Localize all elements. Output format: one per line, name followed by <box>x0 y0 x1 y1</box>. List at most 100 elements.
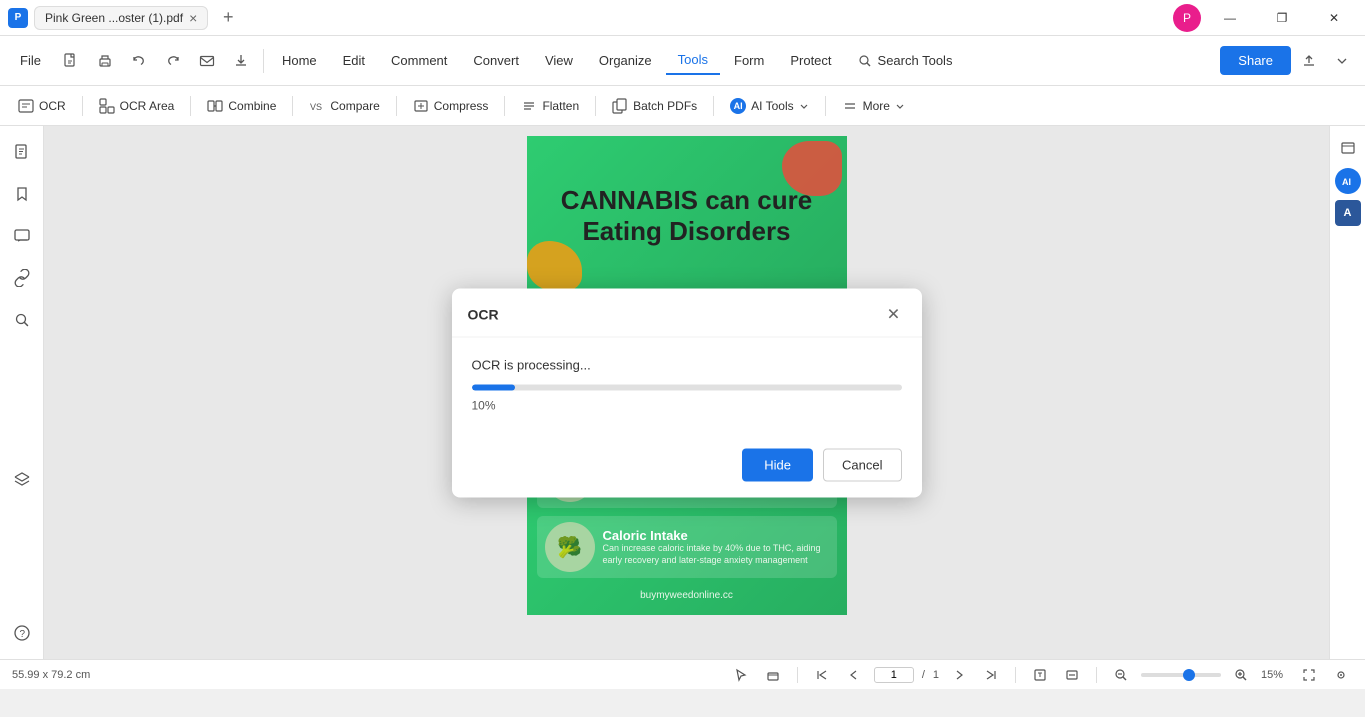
zoom-level: 15% <box>1261 669 1289 681</box>
ocr-dialog-body: OCR is processing... 10% <box>452 337 922 438</box>
undo-btn[interactable] <box>123 47 155 75</box>
nav-comment[interactable]: Comment <box>379 47 459 74</box>
file-menu[interactable]: File <box>8 47 53 74</box>
collapse-btn[interactable] <box>1327 48 1357 74</box>
main-layout: ? CANNABIS can cure Eating Disorders 🥗 <box>0 126 1365 659</box>
next-page-btn[interactable] <box>947 663 971 687</box>
profile-icon[interactable]: P <box>1173 4 1201 32</box>
subtool-sep2 <box>190 96 191 116</box>
sidebar-help-icon[interactable]: ? <box>4 615 40 651</box>
nav-tools[interactable]: Tools <box>666 46 720 75</box>
ocr-dialog: OCR ✕ OCR is processing... 10% Hide Canc… <box>452 288 922 497</box>
last-page-btn[interactable] <box>979 663 1003 687</box>
window-minimize-btn[interactable]: — <box>1207 0 1253 36</box>
nav-protect[interactable]: Protect <box>778 47 843 74</box>
fit-width-btn[interactable] <box>1060 663 1084 687</box>
ocr-status-text: OCR is processing... <box>472 357 902 372</box>
ocr-progress-percent: 10% <box>472 398 902 412</box>
pdf-row2-desc: Can increase caloric intake by 40% due t… <box>603 543 829 566</box>
right-panel-settings-icon[interactable] <box>1334 134 1362 162</box>
subtool-sep1 <box>82 96 83 116</box>
batch-pdfs-btn[interactable]: Batch PDFs <box>602 93 707 119</box>
app-icon: P <box>8 8 28 28</box>
main-toolbar: File Home Edit Comment Convert View Orga… <box>0 36 1365 86</box>
nav-convert[interactable]: Convert <box>461 47 531 74</box>
svg-text:AI: AI <box>1342 177 1351 187</box>
sidebar-search-icon[interactable] <box>4 302 40 338</box>
fullscreen-btn[interactable] <box>1297 663 1321 687</box>
fit-page-btn[interactable] <box>1028 663 1052 687</box>
zoom-slider[interactable] <box>1141 673 1221 677</box>
add-tab-btn[interactable]: + <box>214 4 242 32</box>
share-btn[interactable]: Share <box>1220 46 1291 75</box>
sidebar-page-icon[interactable] <box>4 134 40 170</box>
ocr-area-btn[interactable]: OCR Area <box>89 93 185 119</box>
ocr-close-btn[interactable]: ✕ <box>882 302 906 326</box>
ocr-cancel-btn[interactable]: Cancel <box>823 448 901 481</box>
prev-page-btn[interactable] <box>842 663 866 687</box>
right-panel-word-icon[interactable]: A <box>1335 200 1361 226</box>
pdf-footer: buymyweedonline.cc <box>537 586 837 605</box>
combine-btn[interactable]: Combine <box>197 93 286 119</box>
zoom-out-btn[interactable] <box>1109 663 1133 687</box>
dimensions-label: 55.99 x 79.2 cm <box>12 669 90 681</box>
sidebar-link-icon[interactable] <box>4 260 40 296</box>
pdf-row2-title: Caloric Intake <box>603 528 829 543</box>
compress-btn[interactable]: Compress <box>403 93 499 119</box>
cursor-tool-btn[interactable] <box>729 663 753 687</box>
select-tool-btn[interactable] <box>761 663 785 687</box>
close-tab-btn[interactable]: × <box>189 11 197 25</box>
ocr-hide-btn[interactable]: Hide <box>742 448 813 481</box>
compare-btn[interactable]: VS Compare <box>299 93 389 119</box>
ai-tools-btn[interactable]: AI AI Tools <box>720 93 818 119</box>
print-btn[interactable] <box>89 47 121 75</box>
nav-search-tools[interactable]: Search Tools <box>846 47 965 74</box>
page-input[interactable] <box>874 667 914 683</box>
new-btn[interactable] <box>55 47 87 75</box>
file-tab[interactable]: Pink Green ...oster (1).pdf × <box>34 6 208 30</box>
window-restore-btn[interactable]: ❐ <box>1259 0 1305 36</box>
tab-label: Pink Green ...oster (1).pdf <box>45 11 183 25</box>
zoom-in-btn[interactable] <box>1229 663 1253 687</box>
sidebar-comment-icon[interactable] <box>4 218 40 254</box>
progress-bar-fill <box>472 384 515 390</box>
nav-edit[interactable]: Edit <box>331 47 377 74</box>
email-btn[interactable] <box>191 47 223 75</box>
titlebar: P Pink Green ...oster (1).pdf × + P — ❐ … <box>0 0 1365 36</box>
pdf-row2: 🥦 Caloric Intake Can increase caloric in… <box>537 516 837 578</box>
upload-btn[interactable] <box>1293 47 1325 75</box>
redo-btn[interactable] <box>157 47 189 75</box>
subtool-sep5 <box>504 96 505 116</box>
more-btn[interactable]: More <box>832 93 915 119</box>
subtool-sep6 <box>595 96 596 116</box>
right-panel-ai-icon[interactable]: AI <box>1335 168 1361 194</box>
left-sidebar: ? <box>0 126 44 659</box>
download-btn[interactable] <box>225 47 257 75</box>
sidebar-bookmark-icon[interactable] <box>4 176 40 212</box>
nav-organize[interactable]: Organize <box>587 47 664 74</box>
canvas-area: CANNABIS can cure Eating Disorders 🥗 Ref… <box>44 126 1329 659</box>
nav-view[interactable]: View <box>533 47 585 74</box>
svg-text:?: ? <box>19 629 25 640</box>
pdf-row2-icon: 🥦 <box>545 522 595 572</box>
flatten-btn[interactable]: Flatten <box>511 93 589 119</box>
nav-form[interactable]: Form <box>722 47 776 74</box>
zoom-thumb <box>1183 669 1195 681</box>
subtool-sep4 <box>396 96 397 116</box>
sep1 <box>263 49 264 73</box>
window-close-btn[interactable]: ✕ <box>1311 0 1357 36</box>
sub-toolbar: OCR OCR Area Combine VS Compare Compress… <box>0 86 1365 126</box>
svg-text:VS: VS <box>310 102 322 112</box>
sidebar-layers-icon[interactable] <box>4 459 40 495</box>
subtool-sep3 <box>292 96 293 116</box>
subtool-sep8 <box>825 96 826 116</box>
nav-home[interactable]: Home <box>270 47 329 74</box>
ocr-dialog-title: OCR <box>468 306 499 322</box>
first-page-btn[interactable] <box>810 663 834 687</box>
ocr-btn[interactable]: OCR <box>8 93 76 119</box>
ocr-progress-bar <box>472 384 902 390</box>
view-options-btn[interactable] <box>1329 663 1353 687</box>
page-total: 1 <box>933 669 939 681</box>
ocr-dialog-footer: Hide Cancel <box>452 438 922 497</box>
pdf-title: CANNABIS can cure Eating Disorders <box>551 175 822 257</box>
